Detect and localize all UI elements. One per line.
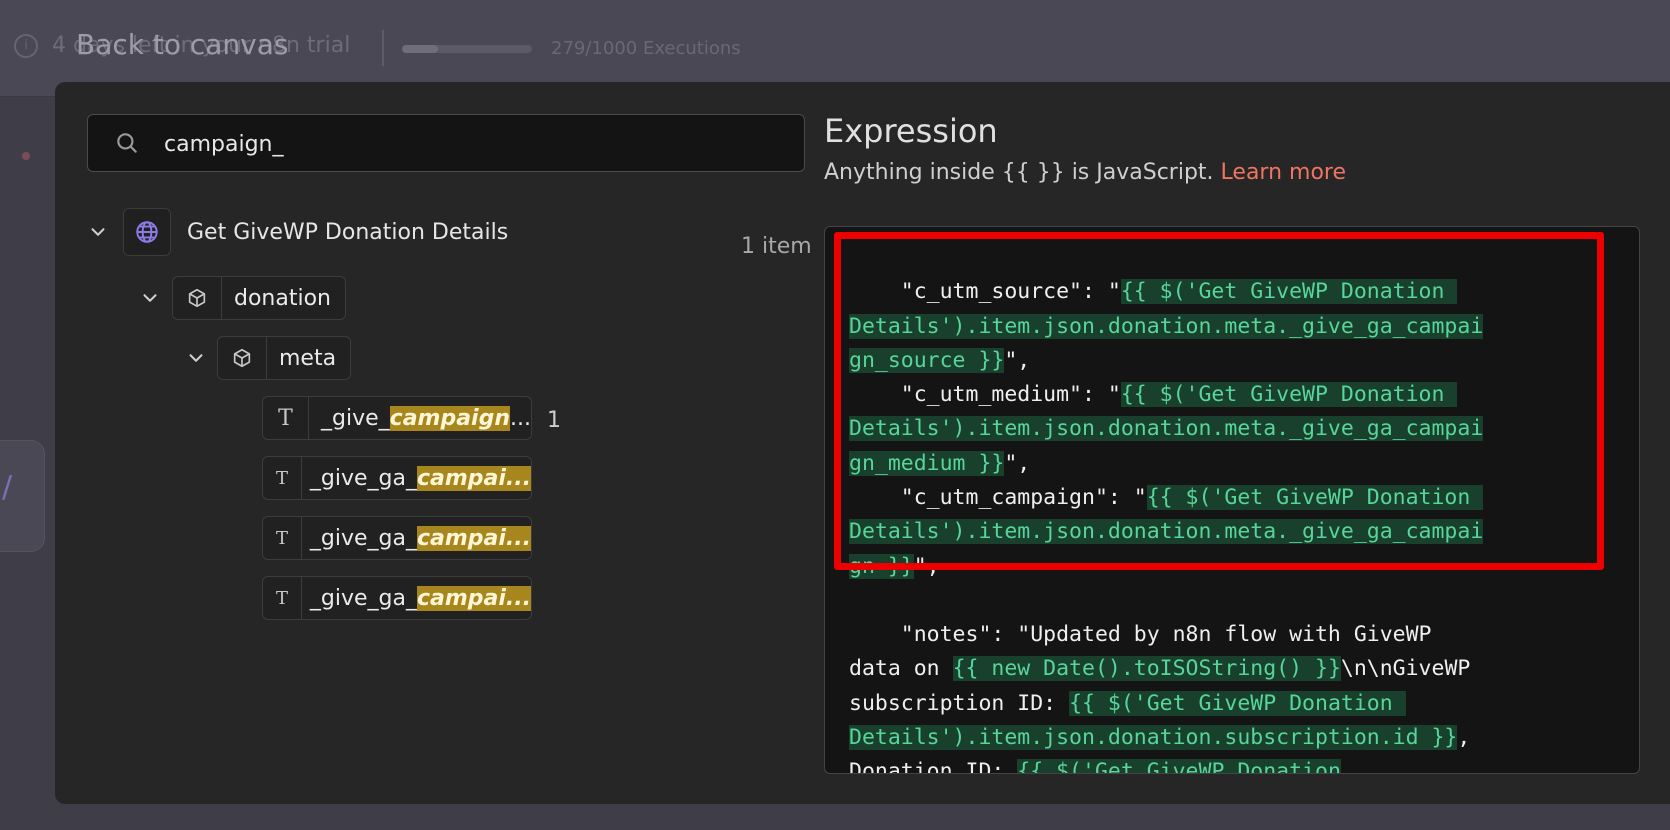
text-type-icon: T	[263, 457, 302, 499]
text-type-icon: T	[263, 577, 302, 619]
executions-progress	[402, 45, 532, 53]
key-match: campaign	[389, 405, 511, 431]
chevron-down-icon[interactable]	[87, 221, 109, 243]
tree-node-row[interactable]: Get GiveWP Donation Details	[87, 208, 508, 256]
code-line: data on {{ new Date().toISOString() }}\n…	[849, 656, 1471, 682]
node-title: Get GiveWP Donation Details	[187, 219, 509, 245]
key-prefix: _give_ga_	[309, 525, 417, 551]
code-line: subscription ID: {{ $('Get GiveWP Donati…	[849, 690, 1406, 716]
key-match: campai...	[416, 585, 531, 611]
code-line: Details').item.json.donation.subscriptio…	[849, 724, 1471, 750]
backdrop-node-dot	[22, 152, 30, 160]
tree-key-item[interactable]: T _give_ga_campai...	[262, 516, 532, 560]
key-suffix: ...	[510, 405, 531, 431]
expression-title: Expression	[824, 112, 998, 150]
key-label: _give_ga_campai...	[302, 465, 531, 491]
key-prefix: _give_	[321, 405, 390, 431]
code-line: "c_utm_medium": "{{ $('Get GiveWP Donati…	[849, 382, 1458, 408]
code-line: Details').item.json.donation.meta._give_…	[849, 519, 1484, 545]
code-line: Donation ID: {{ $('Get GiveWP Donation	[849, 755, 1621, 773]
pin-icon: ∕	[2, 470, 13, 505]
key-label: _give_ga_campai...	[302, 585, 531, 611]
expression-code-editor[interactable]: "c_utm_source": "{{ $('Get GiveWP Donati…	[824, 226, 1640, 774]
text-type-icon: T	[263, 517, 302, 559]
cube-icon	[218, 337, 267, 379]
code-line: "notes": "Updated by n8n flow with GiveW…	[849, 621, 1432, 647]
key-label: _give_campaign...	[309, 405, 531, 431]
tree-key-item[interactable]: T _give_campaign...	[262, 396, 532, 440]
tree-key-item[interactable]: T _give_ga_campai...	[262, 576, 532, 620]
code-content[interactable]: "c_utm_source": "{{ $('Get GiveWP Donati…	[849, 241, 1621, 773]
key-label: _give_ga_campai...	[302, 525, 531, 551]
code-line: Details').item.json.donation.meta._give_…	[849, 416, 1484, 442]
meta-label: meta	[279, 345, 337, 371]
executions-count: 279/1000 Executions	[551, 38, 741, 59]
search-box[interactable]	[87, 114, 805, 172]
key-prefix: _give_ga_	[309, 465, 417, 491]
key-value-count: 1	[547, 408, 561, 433]
code-line: Details').item.json.donation.meta._give_…	[849, 313, 1484, 339]
tree-item-donation[interactable]: donation	[172, 276, 346, 320]
cube-icon	[173, 277, 222, 319]
executions-progress-fill	[402, 45, 439, 53]
search-icon	[117, 133, 137, 153]
search-input[interactable]	[162, 125, 786, 163]
code-line: "c_utm_campaign": "{{ $('Get GiveWP Dona…	[849, 485, 1484, 511]
tree-key-item[interactable]: T _give_ga_campai...	[262, 456, 532, 500]
code-line: gn }}",	[849, 553, 940, 579]
chevron-down-icon[interactable]	[139, 287, 161, 309]
text-type-icon: T	[263, 397, 310, 439]
topbar-divider	[382, 30, 384, 66]
key-prefix: _give_ga_	[309, 585, 417, 611]
key-match: campai...	[416, 465, 531, 491]
info-icon: i	[14, 34, 38, 58]
globe-icon	[123, 208, 171, 256]
expression-editor-modal: Get GiveWP Donation Details 1 item donat…	[55, 82, 1670, 804]
expression-hint: Anything inside {{ }} is JavaScript. Lea…	[824, 160, 1347, 185]
key-match: campai...	[416, 525, 531, 551]
item-count: 1 item	[741, 234, 812, 259]
tree-item-meta[interactable]: meta	[217, 336, 352, 380]
code-line: gn_source }}",	[849, 347, 1031, 373]
code-line: "c_utm_source": "{{ $('Get GiveWP Donati…	[849, 279, 1458, 305]
donation-label: donation	[234, 285, 331, 311]
chevron-down-icon[interactable]	[185, 347, 207, 369]
learn-more-link[interactable]: Learn more	[1221, 160, 1346, 185]
code-line: gn_medium }}",	[849, 450, 1031, 476]
back-to-canvas-link[interactable]: Back to canvas	[76, 28, 289, 61]
